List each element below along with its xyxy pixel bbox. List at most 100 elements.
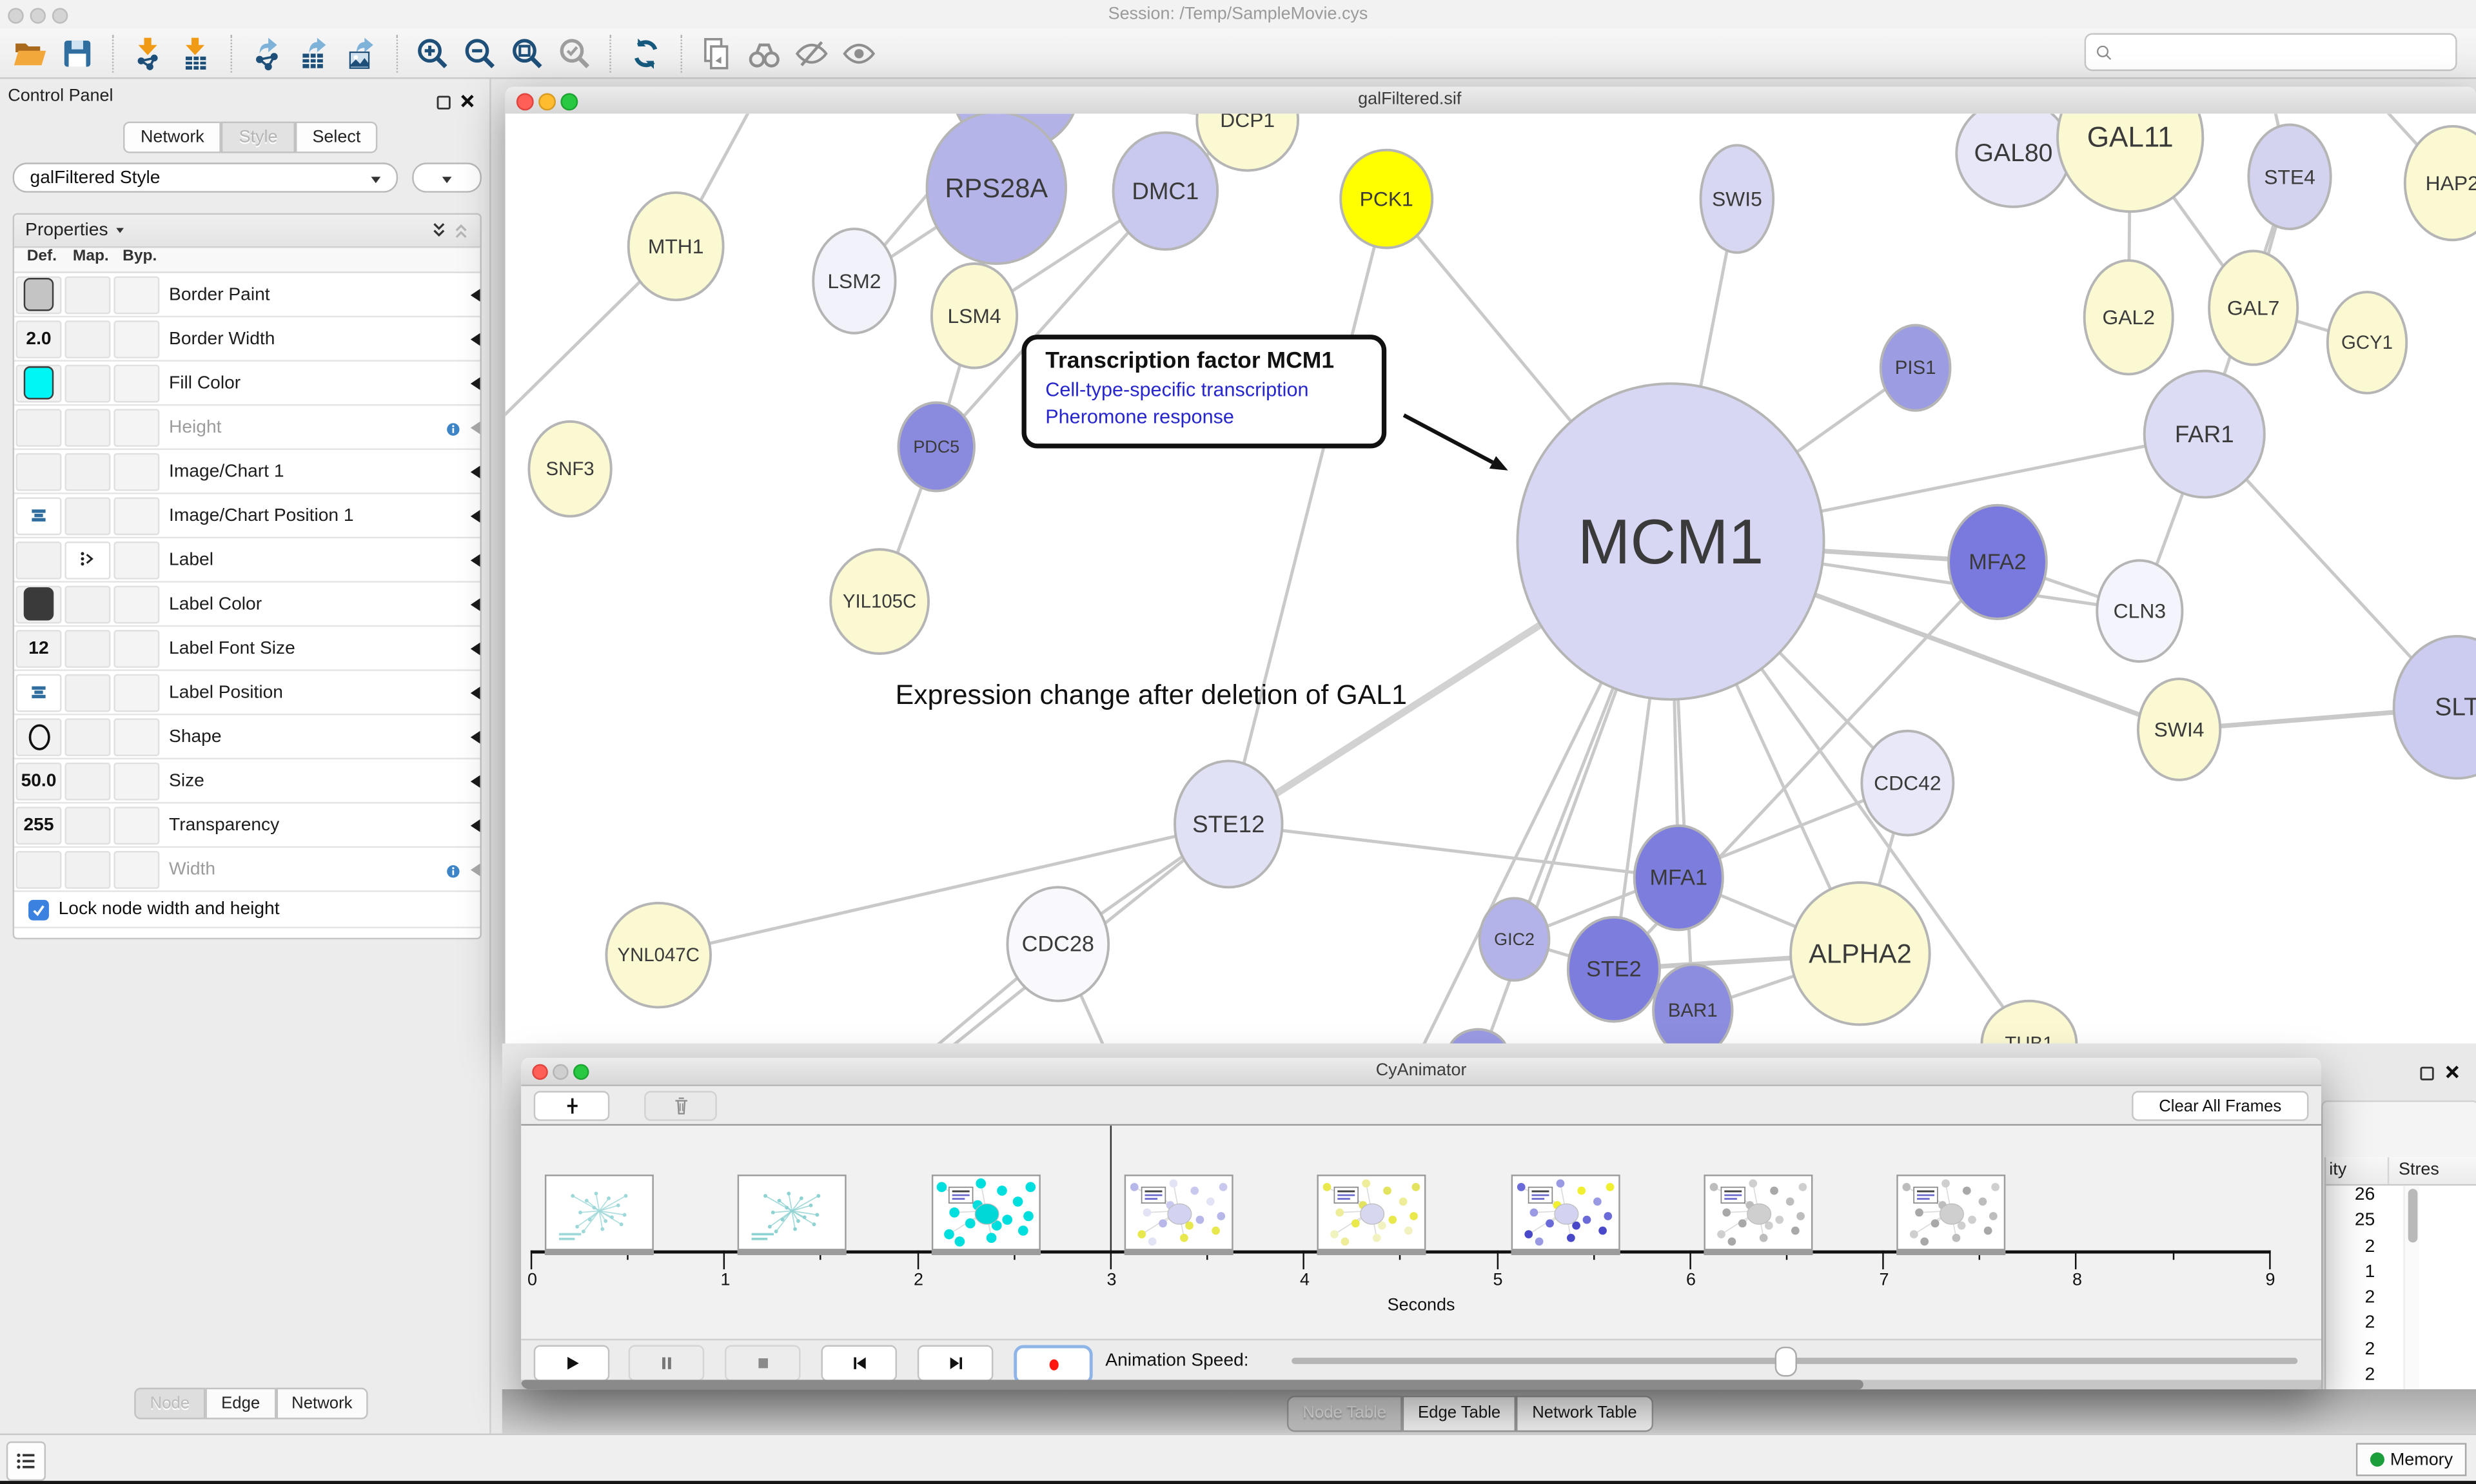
property-byp-cell[interactable] — [113, 629, 159, 667]
network-node-swi5[interactable]: SWI5 — [1701, 145, 1774, 253]
network-node-slt2[interactable]: SLT — [2394, 636, 2476, 778]
network-node-gal7[interactable]: GAL7 — [2209, 251, 2297, 364]
column-header[interactable]: ity — [2326, 1157, 2389, 1184]
network-node-ste2[interactable]: STE2 — [1568, 917, 1660, 1022]
search-field[interactable] — [2085, 33, 2457, 71]
property-map-cell[interactable] — [64, 806, 110, 844]
style-selector-dropdown[interactable]: galFiltered Style — [13, 162, 398, 193]
expand-property-icon[interactable] — [471, 642, 480, 655]
network-node-alpha2[interactable]: ALPHA2 — [1791, 883, 1930, 1024]
expand-property-icon[interactable] — [471, 421, 480, 434]
network-node-pdc5[interactable]: PDC5 — [898, 402, 974, 491]
tab-node-table[interactable]: Node Table — [1287, 1396, 1402, 1432]
network-node-node-edge[interactable] — [1448, 1030, 1508, 1044]
network-node-rps28a[interactable]: RPS28A — [927, 113, 1066, 264]
network-node-ste12[interactable]: STE12 — [1175, 761, 1282, 887]
column-header[interactable]: Stres — [2389, 1157, 2439, 1184]
import-table-button[interactable] — [175, 32, 217, 73]
network-canvas[interactable]: DCP1RPS28ADMC1MTH1LSM2LSM4PCK1SWI5GAL80G… — [506, 113, 2476, 1043]
zoom-fit-button[interactable] — [507, 32, 548, 73]
expand-property-icon[interactable] — [471, 730, 480, 743]
property-byp-cell[interactable] — [113, 718, 159, 756]
network-node-far1[interactable]: FAR1 — [2145, 371, 2265, 498]
keyframe-thumbnail-2[interactable] — [931, 1175, 1040, 1255]
property-row[interactable]: 255Transparency — [14, 804, 480, 848]
property-row[interactable]: 12Label Font Size — [14, 627, 480, 671]
property-map-cell[interactable] — [64, 629, 110, 667]
refresh-button[interactable] — [625, 32, 667, 73]
search-input[interactable] — [2113, 38, 2455, 66]
network-node-gcy1[interactable]: GCY1 — [2328, 292, 2406, 393]
property-def-cell[interactable]: 50.0 — [15, 762, 61, 800]
keyframe-thumbnail-4[interactable] — [1317, 1175, 1426, 1255]
property-map-cell[interactable] — [64, 320, 110, 358]
annotation-box[interactable]: Transcription factor MCM1 Cell-type-spec… — [1021, 335, 1386, 448]
expand-property-icon[interactable] — [471, 819, 480, 832]
network-node-mfa1[interactable]: MFA1 — [1635, 826, 1723, 930]
network-node-lsm4[interactable]: LSM4 — [932, 264, 1017, 368]
property-row[interactable]: Border Paint — [14, 273, 480, 318]
show-visuals-button[interactable] — [838, 32, 879, 73]
lock-node-size-checkbox[interactable] — [28, 899, 49, 920]
tab-network-table[interactable]: Network Table — [1517, 1396, 1653, 1432]
property-def-cell[interactable]: 12 — [15, 629, 61, 667]
float-panel-icon[interactable] — [436, 90, 451, 119]
expand-property-icon[interactable] — [471, 686, 480, 699]
keyframe-thumbnail-6[interactable] — [1704, 1175, 1813, 1255]
property-byp-cell[interactable] — [113, 585, 159, 623]
network-node-gal11[interactable]: GAL11 — [2058, 113, 2203, 211]
property-byp-cell[interactable] — [113, 275, 159, 313]
table-cell-value[interactable]: 2 — [2326, 1366, 2403, 1391]
animation-timeline[interactable]: Seconds 0123456789 — [521, 1126, 2321, 1339]
expand-property-icon[interactable] — [471, 553, 480, 566]
properties-header[interactable]: Properties — [14, 215, 480, 248]
property-map-cell[interactable] — [64, 453, 110, 491]
close-window-icon[interactable] — [516, 93, 534, 110]
network-node-pck1[interactable]: PCK1 — [1341, 150, 1432, 248]
export-table-button[interactable] — [294, 32, 335, 73]
tab-network[interactable]: Network — [123, 122, 222, 153]
property-row[interactable]: Label — [14, 538, 480, 583]
timeline-scrollbar[interactable] — [521, 1380, 2321, 1389]
expand-all-icon[interactable] — [429, 221, 448, 240]
property-def-cell[interactable] — [15, 541, 61, 579]
property-byp-cell[interactable] — [113, 673, 159, 711]
network-edge[interactable] — [1228, 824, 1678, 877]
property-byp-cell[interactable] — [113, 453, 159, 491]
property-map-cell[interactable] — [64, 364, 110, 402]
search-objects-button[interactable] — [743, 32, 785, 73]
table-cell-value[interactable]: 2 — [2326, 1340, 2403, 1366]
property-byp-cell[interactable] — [113, 408, 159, 446]
property-def-cell[interactable] — [15, 585, 61, 623]
network-node-ynl047c[interactable]: YNL047C — [606, 903, 711, 1008]
expand-property-icon[interactable] — [471, 509, 480, 522]
property-map-cell[interactable] — [64, 585, 110, 623]
expand-property-icon[interactable] — [471, 288, 480, 301]
style-options-button[interactable] — [412, 162, 482, 193]
tab-select[interactable]: Select — [295, 122, 378, 153]
skip-start-button[interactable] — [821, 1345, 897, 1381]
export-network-button[interactable] — [246, 32, 288, 73]
property-byp-cell[interactable] — [113, 762, 159, 800]
network-edge[interactable] — [658, 824, 1228, 955]
record-button[interactable] — [1014, 1345, 1092, 1385]
network-node-yil105c[interactable]: YIL105C — [830, 549, 928, 654]
tab-edge-table[interactable]: Edge Table — [1402, 1396, 1517, 1432]
tab-style[interactable]: Style — [222, 122, 295, 153]
property-byp-cell[interactable] — [113, 806, 159, 844]
property-map-cell[interactable] — [64, 850, 110, 888]
expand-property-icon[interactable] — [471, 333, 480, 346]
export-image-button[interactable] — [341, 32, 382, 73]
clear-all-frames-button[interactable]: Clear All Frames — [2132, 1091, 2308, 1121]
property-byp-cell[interactable] — [113, 496, 159, 534]
import-network-button[interactable] — [128, 32, 169, 73]
keyframe-thumbnail-5[interactable] — [1510, 1175, 1619, 1255]
close-panel-icon[interactable] — [460, 88, 475, 117]
property-byp-cell[interactable] — [113, 364, 159, 402]
network-node-tub1[interactable]: TUB1 — [1981, 1001, 2076, 1044]
close-panel-icon[interactable] — [2444, 1059, 2460, 1088]
pause-button[interactable] — [629, 1345, 705, 1381]
property-map-cell[interactable] — [64, 408, 110, 446]
property-def-cell[interactable] — [15, 673, 61, 711]
property-def-cell[interactable]: 2.0 — [15, 320, 61, 358]
